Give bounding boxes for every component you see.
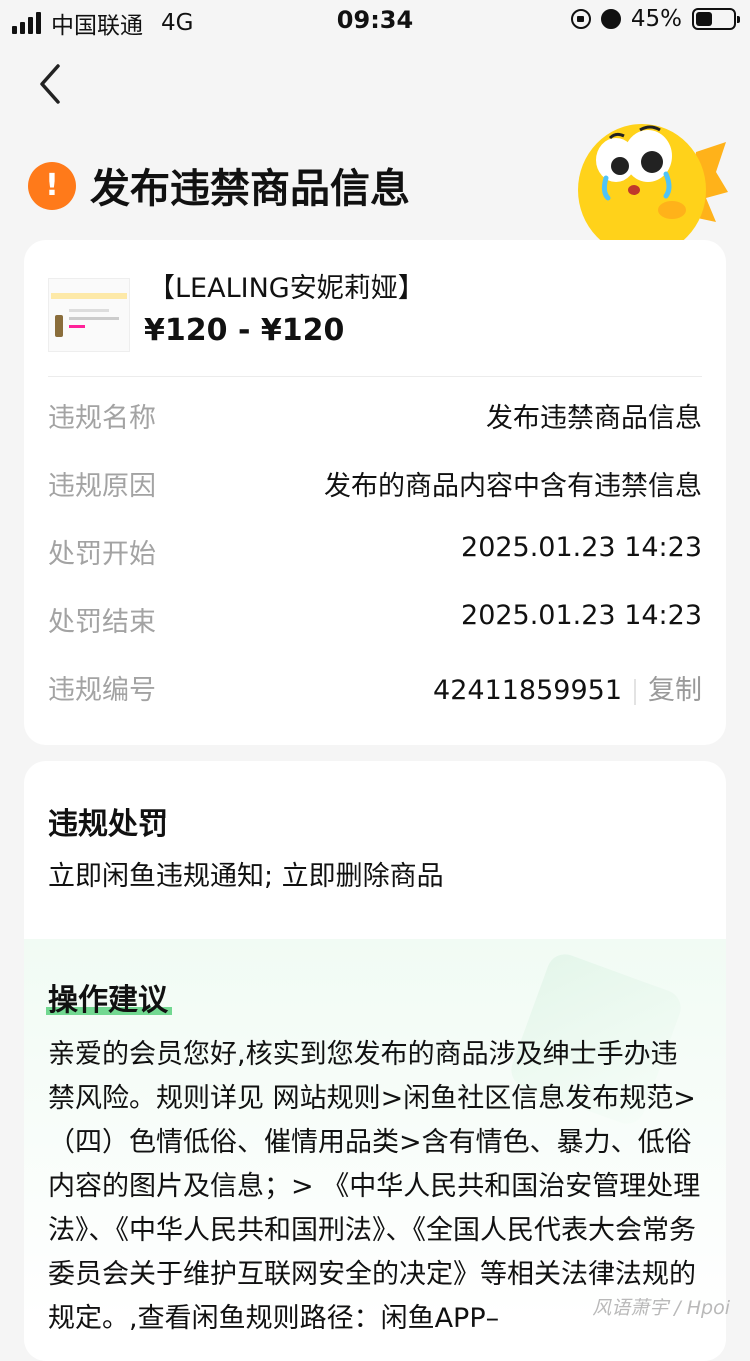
mascot-fish-illustration xyxy=(578,124,728,242)
detail-label: 违规名称 xyxy=(48,403,156,434)
battery-percent: 45% xyxy=(630,6,682,32)
detail-value: 2025.01.23 14:23 xyxy=(461,600,702,631)
back-button[interactable] xyxy=(32,62,76,106)
rotation-lock-icon xyxy=(570,9,591,29)
watermark: 风语萧宇 / Hpoi xyxy=(592,1297,730,1319)
penalty-suggestion-card: 违规处罚 立即闲鱼违规通知; 立即删除商品 操作建议 亲爱的会员您好,核实到您发… xyxy=(24,761,726,1361)
detail-label: 处罚开始 xyxy=(48,539,156,570)
detail-label: 处罚结束 xyxy=(48,607,156,638)
alert-icon: ! xyxy=(28,162,76,210)
penalty-text: 立即闲鱼违规通知; 立即删除商品 xyxy=(48,861,444,892)
product-thumbnail[interactable] xyxy=(48,278,130,352)
product-name: 【LEALING安妮莉娅】 xyxy=(148,273,425,304)
suggestion-title: 操作建议 xyxy=(48,983,168,1018)
penalty-title: 违规处罚 xyxy=(48,807,168,842)
violation-detail-card: 【LEALING安妮莉娅】 ¥120 - ¥120 违规名称 发布违禁商品信息 … xyxy=(24,240,726,745)
violation-id: 42411859951 xyxy=(433,675,622,706)
detail-label: 违规原因 xyxy=(48,471,156,502)
detail-value-group: 42411859951 复制 xyxy=(433,668,702,707)
battery-icon xyxy=(692,8,740,30)
separator xyxy=(634,678,636,705)
detail-row-violation-id: 违规编号 42411859951 复制 xyxy=(48,668,702,708)
copy-button[interactable]: 复制 xyxy=(648,675,702,706)
detail-value: 2025.01.23 14:23 xyxy=(461,532,702,563)
divider xyxy=(48,376,702,377)
detail-value: 发布的商品内容中含有违禁信息 xyxy=(324,471,702,502)
detail-label: 违规编号 xyxy=(48,675,156,706)
status-bar: 中国联通 4G 09:34 45% xyxy=(0,0,750,40)
detail-row-violation-name: 违规名称 发布违禁商品信息 xyxy=(48,396,702,436)
page-title: 发布违禁商品信息 xyxy=(90,166,410,212)
detail-row-penalty-start: 处罚开始 2025.01.23 14:23 xyxy=(48,532,702,572)
detail-row-violation-reason: 违规原因 发布的商品内容中含有违禁信息 xyxy=(48,464,702,504)
detail-value: 发布违禁商品信息 xyxy=(486,403,702,434)
detail-row-penalty-end: 处罚结束 2025.01.23 14:23 xyxy=(48,600,702,640)
alarm-icon xyxy=(600,9,621,29)
product-price: ¥120 - ¥120 xyxy=(144,313,345,348)
